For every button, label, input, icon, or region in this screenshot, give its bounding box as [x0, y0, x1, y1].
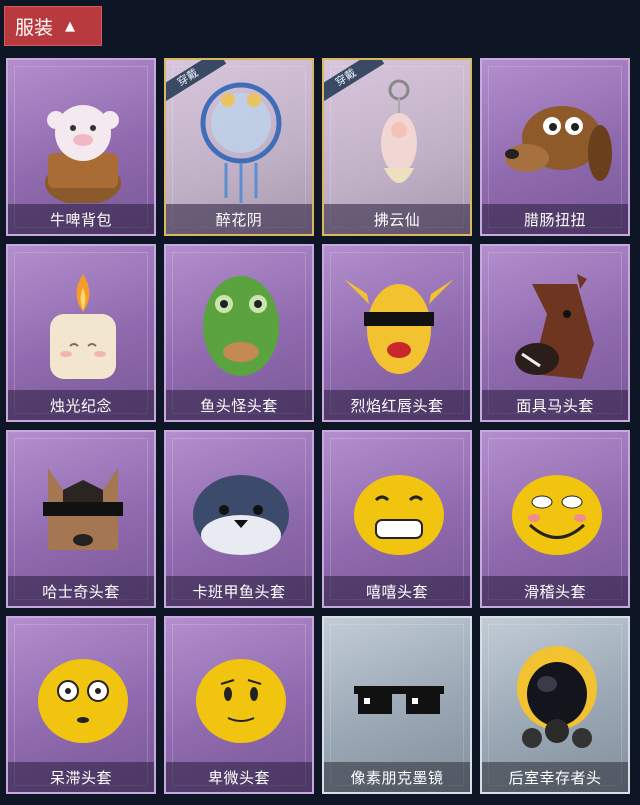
item-name: 牛啤背包 — [49, 210, 112, 229]
item-name: 醉花阴 — [215, 210, 263, 229]
husky-head-mask-icon — [43, 468, 123, 550]
outfit-card[interactable]: 卑微头套 — [164, 616, 314, 794]
card-label-bar: 嘻嘻头套 — [324, 576, 470, 606]
outfit-card[interactable]: 呆滞头套 — [6, 616, 156, 794]
outfit-card[interactable]: 嘻嘻头套 — [322, 430, 472, 608]
outfit-card[interactable]: 穿戴 拂云仙 — [322, 58, 472, 236]
card-label-bar: 牛啤背包 — [8, 204, 154, 234]
item-name: 卡班甲鱼头套 — [192, 582, 286, 601]
item-name: 嘻嘻头套 — [365, 582, 428, 601]
outfit-card[interactable]: 滑稽头套 — [480, 430, 630, 608]
card-label-bar: 哈士奇头套 — [8, 576, 154, 606]
outfit-card[interactable]: 卡班甲鱼头套 — [164, 430, 314, 608]
dachshund-head-icon — [505, 106, 612, 181]
card-label-bar: 卡班甲鱼头套 — [166, 576, 312, 606]
card-label-bar: 呆滞头套 — [8, 762, 154, 792]
card-label-bar: 烛光纪念 — [8, 390, 154, 420]
card-label-bar: 烈焰红唇头套 — [324, 390, 470, 420]
cow-beer-backpack-icon — [45, 105, 121, 203]
outfit-card[interactable]: 哈士奇头套 — [6, 430, 156, 608]
turtle-head-mask-icon — [193, 475, 289, 555]
card-label-bar: 醉花阴 — [166, 204, 312, 234]
outfit-card[interactable]: 面具马头套 — [480, 244, 630, 422]
item-name: 卑微头套 — [207, 768, 270, 787]
item-name: 烈焰红唇头套 — [350, 396, 444, 415]
card-label-bar: 卑微头套 — [166, 762, 312, 792]
item-name: 后室幸存者头 — [508, 768, 602, 787]
grin-emoji-head-icon — [354, 475, 444, 555]
funny-emoji-head-icon — [512, 475, 602, 555]
flower-dreamcatcher-icon — [200, 82, 282, 203]
horse-head-mask-icon — [515, 274, 594, 379]
card-label-bar: 腊肠扭扭 — [482, 204, 628, 234]
outfit-grid: 牛啤背包 穿戴 醉花阴 穿戴 拂云仙腊肠扭扭烛光纪念 鱼头怪头套 烈焰红唇头套 面具马头套哈士… — [6, 58, 636, 794]
item-name: 面具马头套 — [516, 396, 594, 415]
outfit-card[interactable]: 穿戴 醉花阴 — [164, 58, 314, 236]
item-name: 滑稽头套 — [523, 582, 586, 601]
item-name: 哈士奇头套 — [42, 582, 120, 601]
outfit-card[interactable]: 烛光纪念 — [6, 244, 156, 422]
candle-head-icon — [50, 274, 116, 379]
outfit-card[interactable]: 腊肠扭扭 — [480, 58, 630, 236]
item-name: 烛光纪念 — [49, 396, 112, 415]
outfit-card[interactable]: 鱼头怪头套 — [164, 244, 314, 422]
fish-head-mask-icon — [203, 276, 279, 376]
item-name: 拂云仙 — [373, 210, 421, 229]
chevron-up-icon: ▲ — [65, 18, 76, 34]
card-label-bar: 后室幸存者头 — [482, 762, 628, 792]
yellow-pikachu-mask-icon — [344, 279, 454, 374]
outfit-card[interactable]: 后室幸存者头 — [480, 616, 630, 794]
outfit-card[interactable]: 牛啤背包 — [6, 58, 156, 236]
humble-emoji-head-icon — [196, 659, 286, 743]
card-label-bar: 面具马头套 — [482, 390, 628, 420]
outfit-card[interactable]: 烈焰红唇头套 — [322, 244, 472, 422]
cloud-fairy-pendant-icon — [381, 79, 417, 183]
category-label: 服装 — [15, 16, 54, 39]
pixel-sunglasses-icon — [354, 686, 444, 714]
stunned-emoji-head-icon — [38, 659, 128, 743]
card-label-bar: 像素朋克墨镜 — [324, 762, 470, 792]
gasmask-helmet-icon — [517, 646, 597, 748]
card-label-bar: 鱼头怪头套 — [166, 390, 312, 420]
item-name: 腊肠扭扭 — [523, 210, 586, 229]
card-label-bar: 拂云仙 — [324, 204, 470, 234]
card-label-bar: 滑稽头套 — [482, 576, 628, 606]
item-name: 鱼头怪头套 — [200, 396, 278, 415]
outfit-card[interactable]: 像素朋克墨镜 — [322, 616, 472, 794]
category-dropdown-header[interactable]: 服装 ▲ — [4, 6, 102, 46]
item-name: 呆滞头套 — [49, 768, 112, 787]
item-name: 像素朋克墨镜 — [350, 768, 444, 787]
